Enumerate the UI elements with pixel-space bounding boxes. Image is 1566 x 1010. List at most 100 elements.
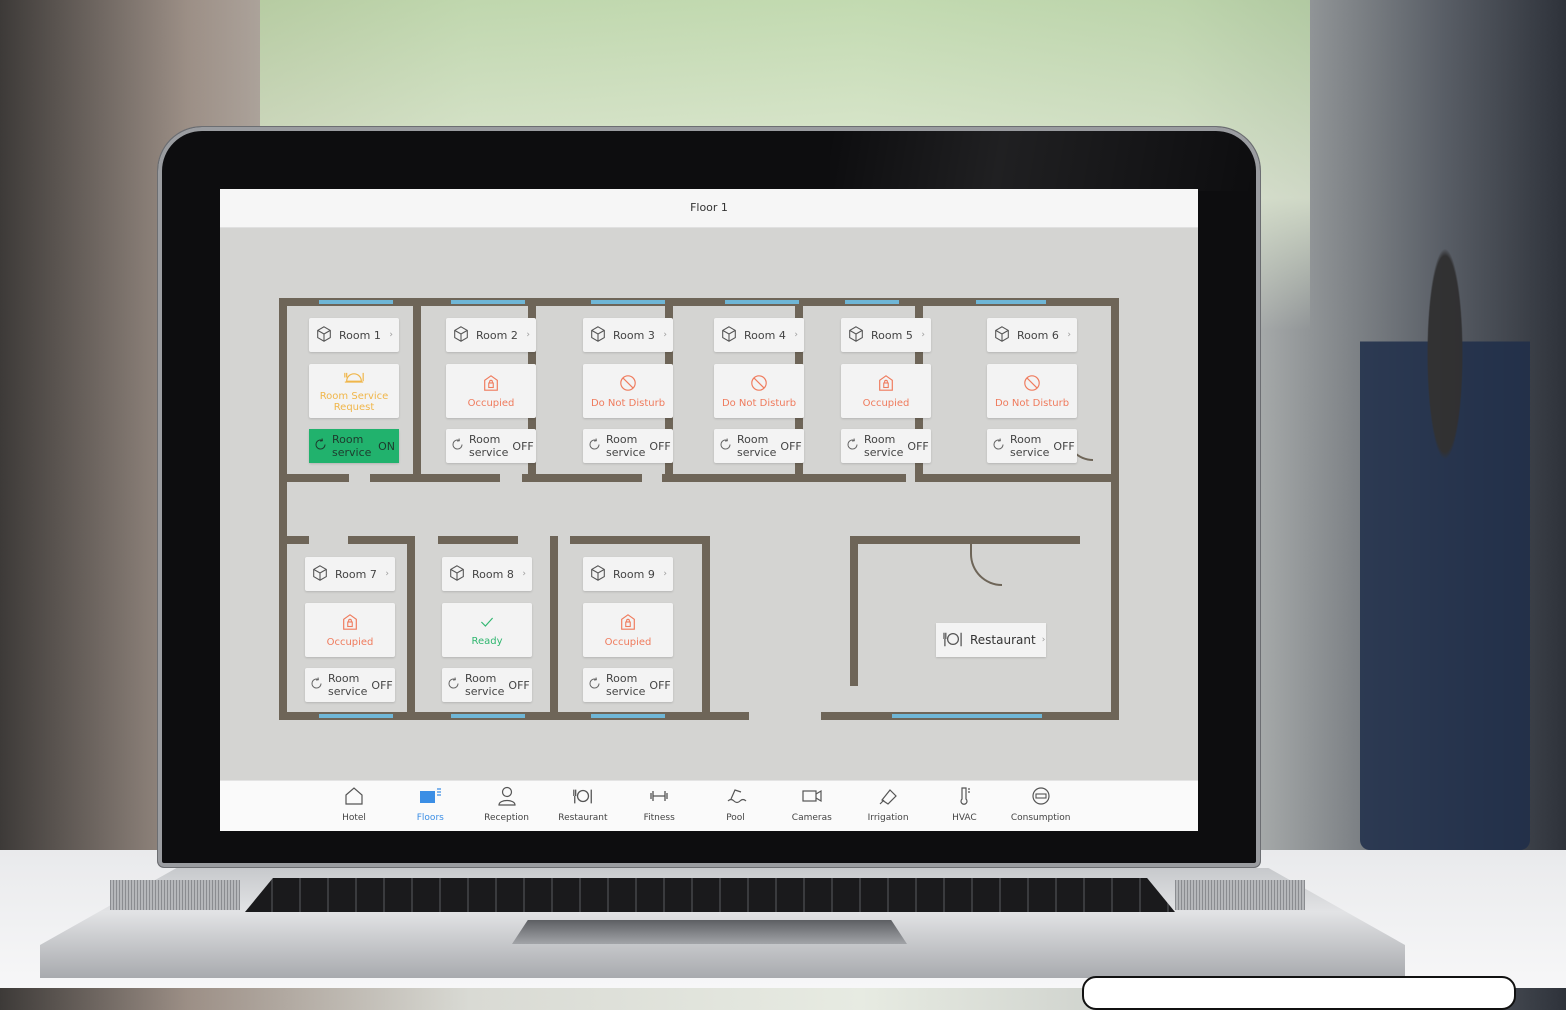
page-title: Floor 1	[220, 189, 1198, 228]
room-name: Room 7	[335, 567, 377, 581]
room-service-toggle[interactable]: Room service OFF	[446, 429, 536, 463]
room-card-header[interactable]: Room 1 ›	[309, 318, 399, 352]
nav-label: Cameras	[791, 813, 832, 823]
wall-corridor-bottom	[570, 536, 710, 544]
room-header[interactable]: Room 3 ›	[583, 318, 673, 352]
room-service-state: OFF	[649, 439, 671, 453]
nav-item-fitness[interactable]: Fitness	[621, 785, 697, 829]
room-name: Room 3	[613, 328, 655, 342]
cube-icon	[448, 564, 466, 585]
window	[725, 300, 799, 304]
room-card-header[interactable]: Room 7 ›	[305, 557, 395, 591]
nav-item-cameras[interactable]: Cameras	[774, 785, 850, 829]
room-name: Room 5	[871, 328, 913, 342]
laptop-lid-shine	[830, 131, 1255, 191]
room-card-header[interactable]: Room 4 ›	[714, 318, 804, 352]
room-header[interactable]: Room 7 ›	[305, 557, 395, 591]
restaurant-icon	[942, 630, 964, 651]
room-header[interactable]: Room 1 ›	[309, 318, 399, 352]
nav-label: Hotel	[342, 813, 366, 823]
nav-item-restaurant[interactable]: Restaurant	[545, 785, 621, 829]
room-service-toggle[interactable]: Room service OFF	[305, 668, 395, 702]
room-name: Room 8	[472, 567, 514, 581]
laptop-speaker-right	[1175, 880, 1305, 910]
nav-item-reception[interactable]: Reception	[469, 785, 545, 829]
nav-label: Pool	[726, 813, 745, 823]
room-status-label: Occupied	[604, 636, 652, 648]
room-service-label: Room service	[469, 433, 509, 459]
do-not-disturb-icon	[619, 374, 637, 398]
cube-icon	[993, 325, 1011, 346]
window	[451, 714, 525, 718]
irrigation-icon	[877, 785, 899, 813]
room-service-label: Room service	[328, 672, 368, 698]
room-service-toggle[interactable]: Room service OFF	[583, 668, 673, 702]
room-card-header[interactable]: Room 8 ›	[442, 557, 532, 591]
room-name: Room 4	[744, 328, 786, 342]
camera-icon	[801, 785, 823, 813]
chevron-right-icon: ›	[663, 330, 667, 340]
room-header[interactable]: Room 6 ›	[987, 318, 1077, 352]
room-service-toggle[interactable]: Room service OFF	[583, 429, 673, 463]
room-card-header[interactable]: Room 9 ›	[583, 557, 673, 591]
pool-icon	[725, 785, 747, 813]
room-status-label: Do Not Disturb	[590, 397, 666, 409]
wall-corridor-top	[916, 474, 1119, 482]
floor-plan: Room 1 › Room Service Request Room servic…	[220, 228, 1198, 780]
window	[845, 300, 899, 304]
wall-divider	[550, 536, 558, 720]
room-service-toggle[interactable]: Room service OFF	[987, 429, 1077, 463]
nav-item-irrigation[interactable]: Irrigation	[850, 785, 926, 829]
room-header[interactable]: Room 4 ›	[714, 318, 804, 352]
room-card-header[interactable]: Room 5 ›	[841, 318, 931, 352]
room-status-label: Ready	[471, 635, 503, 647]
cube-icon	[589, 325, 607, 346]
window	[892, 714, 1042, 718]
room-service-state: OFF	[649, 678, 671, 692]
nav-label: Fitness	[643, 813, 675, 823]
nav-label: Irrigation	[867, 813, 909, 823]
chevron-right-icon: ›	[526, 330, 530, 340]
chevron-right-icon: ›	[663, 569, 667, 579]
room-status-label: Do Not Disturb	[721, 397, 797, 409]
room-status-card: Occupied	[305, 603, 395, 657]
restaurant-label: Restaurant	[970, 633, 1036, 647]
wall-corridor-top	[279, 474, 349, 482]
restaurant-card[interactable]: Restaurant ›	[936, 623, 1046, 657]
room-card-header[interactable]: Room 2 ›	[446, 318, 536, 352]
nav-label: HVAC	[952, 813, 977, 823]
window	[451, 300, 525, 304]
nav-item-hotel[interactable]: Hotel	[316, 785, 392, 829]
room-service-toggle[interactable]: Room service ON	[309, 429, 399, 463]
nav-item-consumption[interactable]: Consumption	[1003, 785, 1079, 829]
room-status-card: Occupied	[583, 603, 673, 657]
wall-corridor-bottom	[279, 536, 309, 544]
room-header[interactable]: Room 5 ›	[841, 318, 931, 352]
background-person	[1360, 230, 1530, 850]
wall-corridor-top	[662, 474, 792, 482]
refresh-icon	[587, 676, 602, 694]
cube-icon	[315, 325, 333, 346]
cube-icon	[847, 325, 865, 346]
cube-icon	[589, 564, 607, 585]
room-service-toggle[interactable]: Room service OFF	[442, 668, 532, 702]
window	[591, 300, 665, 304]
room-card-header[interactable]: Room 3 ›	[583, 318, 673, 352]
chevron-right-icon: ›	[794, 330, 798, 340]
room-service-toggle[interactable]: Room service OFF	[714, 429, 804, 463]
nav-item-hvac[interactable]: HVAC	[926, 785, 1002, 829]
room-service-label: Room service	[864, 433, 904, 459]
nav-item-pool[interactable]: Pool	[698, 785, 774, 829]
floors-icon	[419, 785, 442, 813]
nav-label: Consumption	[1010, 813, 1071, 823]
room-service-toggle[interactable]: Room service OFF	[841, 429, 931, 463]
wall-corridor-top	[522, 474, 642, 482]
person-icon	[496, 785, 518, 813]
room-card-header[interactable]: Room 6 ›	[987, 318, 1077, 352]
room-header[interactable]: Room 2 ›	[446, 318, 536, 352]
occupied-icon	[877, 374, 895, 398]
room-header[interactable]: Room 9 ›	[583, 557, 673, 591]
wall-corridor-bottom	[348, 536, 412, 544]
nav-item-floors[interactable]: Floors	[392, 785, 468, 829]
room-header[interactable]: Room 8 ›	[442, 557, 532, 591]
